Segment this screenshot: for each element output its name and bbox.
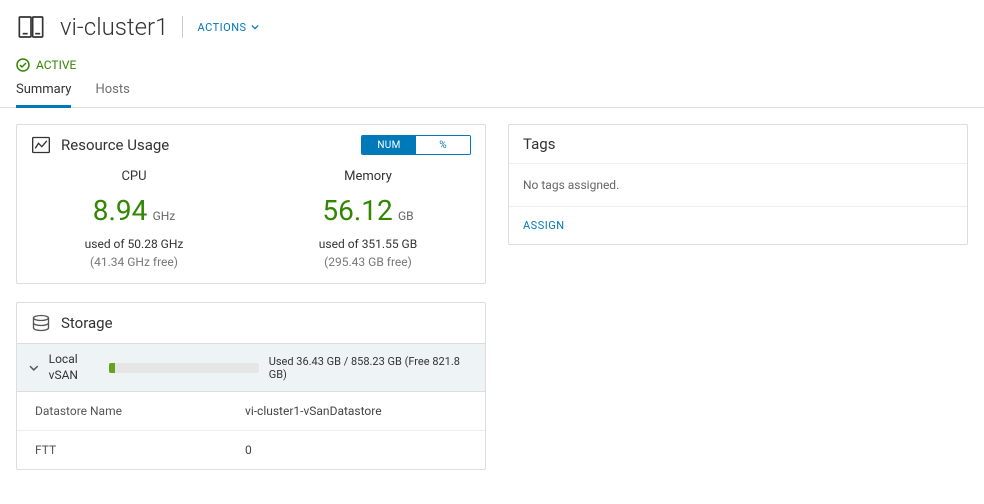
tags-card-title: Tags: [523, 135, 555, 153]
actions-label: ACTIONS: [197, 21, 246, 34]
divider: [182, 16, 183, 38]
storage-progress-fill: [109, 363, 115, 373]
cpu-col: CPU 8.94 GHz used of 50.28 GHz (41.34 GH…: [17, 169, 251, 269]
ftt-key: FTT: [35, 443, 245, 457]
storage-usage-text: Used 36.43 GB / 858.23 GB (Free 821.8 GB…: [269, 355, 473, 381]
datastore-value: vi-cluster1-vSanDatastore: [245, 404, 382, 418]
unit-toggle[interactable]: NUM %: [361, 135, 471, 155]
cpu-unit: GHz: [153, 209, 176, 223]
resource-usage-card: Resource Usage NUM % CPU 8.94 GHz used o…: [16, 124, 486, 284]
storage-icon: [31, 313, 51, 333]
storage-progress: [109, 363, 259, 373]
tab-hosts[interactable]: Hosts: [95, 82, 129, 107]
memory-used-of: used of 351.55 GB: [251, 237, 485, 251]
storage-card: Storage Local vSAN Used 36.43 GB / 858.2…: [16, 302, 486, 470]
chart-icon: [31, 135, 51, 155]
storage-group-label: Local vSAN: [49, 352, 99, 383]
resource-card-head: Resource Usage NUM %: [17, 125, 485, 165]
tags-empty: No tags assigned.: [509, 163, 967, 207]
ftt-value: 0: [245, 443, 252, 457]
storage-card-title: Storage: [61, 314, 113, 332]
toggle-pct[interactable]: %: [416, 136, 470, 154]
memory-label: Memory: [251, 169, 485, 184]
right-column: Tags No tags assigned. ASSIGN: [508, 124, 968, 488]
cpu-label: CPU: [17, 169, 251, 184]
memory-unit: GB: [398, 209, 414, 223]
assign-link[interactable]: ASSIGN: [509, 207, 967, 244]
status-row: ACTIVE: [0, 46, 984, 82]
status-label: ACTIVE: [36, 58, 76, 72]
memory-col: Memory 56.12 GB used of 351.55 GB (295.4…: [251, 169, 485, 269]
cpu-used-of: used of 50.28 GHz: [17, 237, 251, 251]
cpu-value-line: 8.94 GHz: [17, 194, 251, 227]
chevron-down-icon: [29, 363, 39, 373]
actions-menu[interactable]: ACTIONS: [197, 21, 258, 34]
tabs: Summary Hosts: [0, 82, 984, 108]
cluster-icon: [16, 12, 46, 42]
tags-card-head: Tags: [509, 125, 967, 163]
tags-card: Tags No tags assigned. ASSIGN: [508, 124, 968, 245]
resource-body: CPU 8.94 GHz used of 50.28 GHz (41.34 GH…: [17, 165, 485, 283]
page-header: vi-cluster1 ACTIONS: [0, 0, 984, 46]
memory-value: 56.12: [322, 194, 392, 227]
chevron-down-icon: [251, 23, 259, 31]
storage-card-head: Storage: [17, 303, 485, 343]
memory-free: (295.43 GB free): [251, 255, 485, 269]
datastore-row: Datastore Name vi-cluster1-vSanDatastore: [17, 392, 485, 431]
check-circle-icon: [16, 58, 30, 72]
memory-value-line: 56.12 GB: [251, 194, 485, 227]
page-title: vi-cluster1: [60, 13, 168, 41]
toggle-num[interactable]: NUM: [362, 136, 416, 154]
content: Resource Usage NUM % CPU 8.94 GHz used o…: [0, 108, 984, 504]
cpu-free: (41.34 GHz free): [17, 255, 251, 269]
cpu-value: 8.94: [93, 194, 148, 227]
left-column: Resource Usage NUM % CPU 8.94 GHz used o…: [16, 124, 486, 488]
tab-summary[interactable]: Summary: [16, 82, 71, 108]
ftt-row: FTT 0: [17, 431, 485, 469]
datastore-key: Datastore Name: [35, 404, 245, 418]
resource-card-title: Resource Usage: [61, 136, 169, 154]
storage-group-row[interactable]: Local vSAN Used 36.43 GB / 858.23 GB (Fr…: [17, 343, 485, 392]
